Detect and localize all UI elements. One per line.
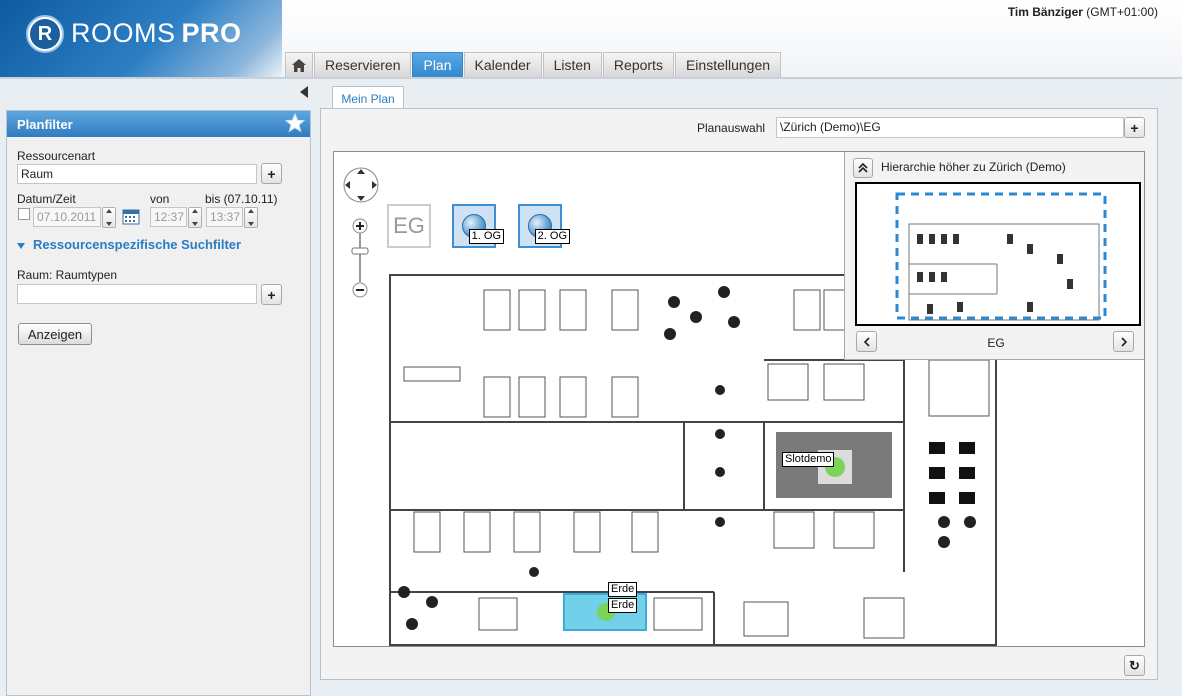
planfilter-header: Planfilter xyxy=(7,111,310,137)
ressourcenart-add-button[interactable]: + xyxy=(261,163,282,184)
room-label-slotdemo[interactable]: Slotdemo xyxy=(782,452,835,467)
floorplan-view[interactable]: EG 1. OG 2. OG Slotdemo Erde Erde Hierar… xyxy=(333,151,1145,647)
bis-field[interactable]: 13:37 xyxy=(206,207,243,227)
logo-text: ROOMS PRO xyxy=(71,18,242,49)
von-stepper[interactable] xyxy=(188,207,202,228)
pan-control-icon[interactable] xyxy=(342,160,380,210)
planfilter-title: Planfilter xyxy=(17,117,73,132)
double-chevron-up-icon xyxy=(858,163,868,173)
level-eg-button[interactable]: EG xyxy=(387,204,431,248)
datum-label: Datum/Zeit xyxy=(17,192,76,206)
tab-reservieren[interactable]: Reservieren xyxy=(314,52,412,77)
raumtypen-add-button[interactable]: + xyxy=(261,284,282,305)
tab-listen[interactable]: Listen xyxy=(542,52,602,77)
ressourcenart-label: Ressourcenart xyxy=(17,149,96,163)
raumtypen-field[interactable] xyxy=(17,284,257,304)
chevron-right-icon xyxy=(1120,336,1127,347)
room-label-erde-1[interactable]: Erde xyxy=(608,582,638,597)
home-icon xyxy=(292,58,306,72)
ressourcenart-field[interactable]: Raum xyxy=(17,164,257,184)
level-2og-button[interactable]: 2. OG xyxy=(518,204,570,248)
date-checkbox[interactable] xyxy=(18,208,30,220)
von-field[interactable]: 12:37 xyxy=(150,207,187,227)
planauswahl-label: Planauswahl xyxy=(697,121,766,135)
star-icon[interactable] xyxy=(285,113,305,133)
room-label-erde-2[interactable]: Erde xyxy=(608,598,638,613)
refresh-button[interactable]: ↻ xyxy=(1124,655,1145,676)
mini-map-drawing xyxy=(895,192,1107,324)
date-field[interactable]: 07.10.2011 xyxy=(33,207,101,227)
user-timezone: (GMT+01:00) xyxy=(1086,5,1158,19)
overview-next-button[interactable] xyxy=(1113,331,1134,352)
hierarchy-up-button[interactable] xyxy=(853,158,873,178)
level-1og-button[interactable]: 1. OG xyxy=(452,204,504,248)
raumtypen-label: Raum: Raumtypen xyxy=(17,268,118,282)
main-nav: Reservieren Plan Kalender Listen Reports… xyxy=(285,52,782,77)
von-label: von xyxy=(150,192,170,206)
plan-panel: Planauswahl \Zürich (Demo)\EG + EG 1. OG xyxy=(320,108,1158,680)
expand-triangle-icon xyxy=(17,242,25,249)
calendar-icon[interactable] xyxy=(122,207,140,225)
rs-filter-label: Ressourcenspezifische Suchfilter xyxy=(33,237,242,252)
level-2og-label: 2. OG xyxy=(534,229,570,244)
user-name: Tim Bänziger xyxy=(1007,5,1083,19)
anzeigen-button[interactable]: Anzeigen xyxy=(18,323,92,345)
overview-panel: Hierarchie höher zu Zürich (Demo) EG xyxy=(844,152,1144,360)
logo: R ROOMS PRO xyxy=(0,0,282,78)
date-stepper[interactable] xyxy=(102,207,116,228)
overview-level-label: EG xyxy=(987,336,1005,350)
app-header: R ROOMS PRO Tim Bänziger (GMT+01:00) Rese… xyxy=(0,0,1182,79)
logo-letter: R xyxy=(30,19,60,49)
user-info: Tim Bänziger (GMT+01:00) xyxy=(1008,5,1158,19)
planfilter-panel: Planfilter Ressourcenart Raum + Datum/Ze… xyxy=(6,110,311,696)
planauswahl-add-button[interactable]: + xyxy=(1124,117,1145,138)
logo-badge: R xyxy=(26,15,64,53)
planauswahl-field[interactable]: \Zürich (Demo)\EG xyxy=(776,117,1124,138)
logo-word-pro: PRO xyxy=(181,18,242,48)
logo-word: ROOMS xyxy=(71,18,176,48)
mini-map[interactable] xyxy=(855,182,1141,326)
bis-label: bis (07.10.11) xyxy=(205,192,278,206)
tab-plan[interactable]: Plan xyxy=(412,52,463,77)
hierarchy-up-label[interactable]: Hierarchie höher zu Zürich (Demo) xyxy=(881,160,1066,174)
tab-reports[interactable]: Reports xyxy=(602,52,674,77)
header-divider xyxy=(0,77,1182,79)
tab-mein-plan[interactable]: Mein Plan xyxy=(332,86,404,110)
bis-stepper[interactable] xyxy=(244,207,258,228)
level-1og-label: 1. OG xyxy=(468,229,504,244)
tab-kalender[interactable]: Kalender xyxy=(463,52,542,77)
tab-einstellungen[interactable]: Einstellungen xyxy=(674,52,782,77)
ressourcenspezifische-suchfilter-toggle[interactable]: Ressourcenspezifische Suchfilter xyxy=(17,237,241,252)
zoom-control[interactable] xyxy=(350,218,370,298)
collapse-left-icon[interactable] xyxy=(300,86,310,98)
tab-home[interactable] xyxy=(285,52,313,77)
